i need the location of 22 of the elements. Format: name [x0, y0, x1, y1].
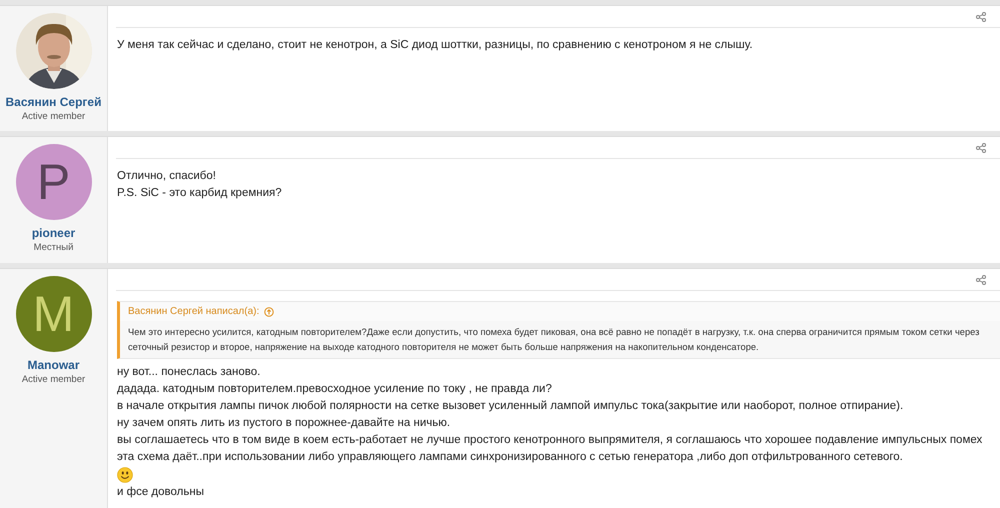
arrow-up-circle-icon[interactable]: [264, 306, 274, 316]
message-text: P.S. SiC - это карбид кремния?: [117, 186, 283, 201]
message-text: и фсе довольны: [117, 485, 205, 500]
message-text: дадада. катодным повторителем.превосходное усиление по току , не правда ли?: [117, 382, 553, 397]
user-title: Местный: [34, 242, 74, 253]
share-icon[interactable]: [976, 142, 986, 152]
username-link[interactable]: pioneer: [32, 226, 76, 240]
username-link[interactable]: Васянин Сергей: [6, 95, 102, 109]
user-title: Active member: [22, 374, 86, 385]
message-text: Отлично, спасибо!: [117, 169, 217, 184]
avatar[interactable]: P: [16, 144, 92, 220]
user-title: Active member: [22, 111, 86, 122]
share-icon[interactable]: [976, 12, 986, 22]
message-text: ну зачем опять лить из пустого в порожнее-давайте на ничью.: [117, 416, 452, 431]
message-text: У меня так сейчас и сделано, стоит не кенотрон, а SiC диод шоттки, разницы, по сравнению с кенотроном я не слышу.: [117, 38, 754, 53]
username-link[interactable]: Manowar: [27, 358, 80, 372]
smiley-icon: [117, 467, 133, 483]
message-text: вы соглашаетесь что в том виде в коем есть-работает не лучше простого кенотронного выпрямителя, я соглашаюсь что хорошее подавление импульсных помех эта схема даёт..при использовании либо управляющего лампами синхронизированного с сетью генератора ,либо доп отфильтрованного сетевого.: [117, 433, 984, 465]
message-text: ну вот... понеслась заново.: [117, 365, 262, 380]
share-icon[interactable]: [976, 274, 986, 284]
quote-text: Чем это интересно усилится, катодным повторителем?Даже если допустить, что помеха будет пиковая, она всё равно не попадёт в нагрузку, т.к. она сперва ограничится прямым током сетки через сеточный резистор и второе, напряжение на выходе катодного повторителя не может быть больше напряжения на накопительном конденсаторе.: [127, 326, 980, 354]
message-text: в начале открытия лампы пичок любой полярности на сетке вызовет усиленный лампой импульс тока(закрытие или наоборот, полное отпирание).: [117, 399, 904, 414]
